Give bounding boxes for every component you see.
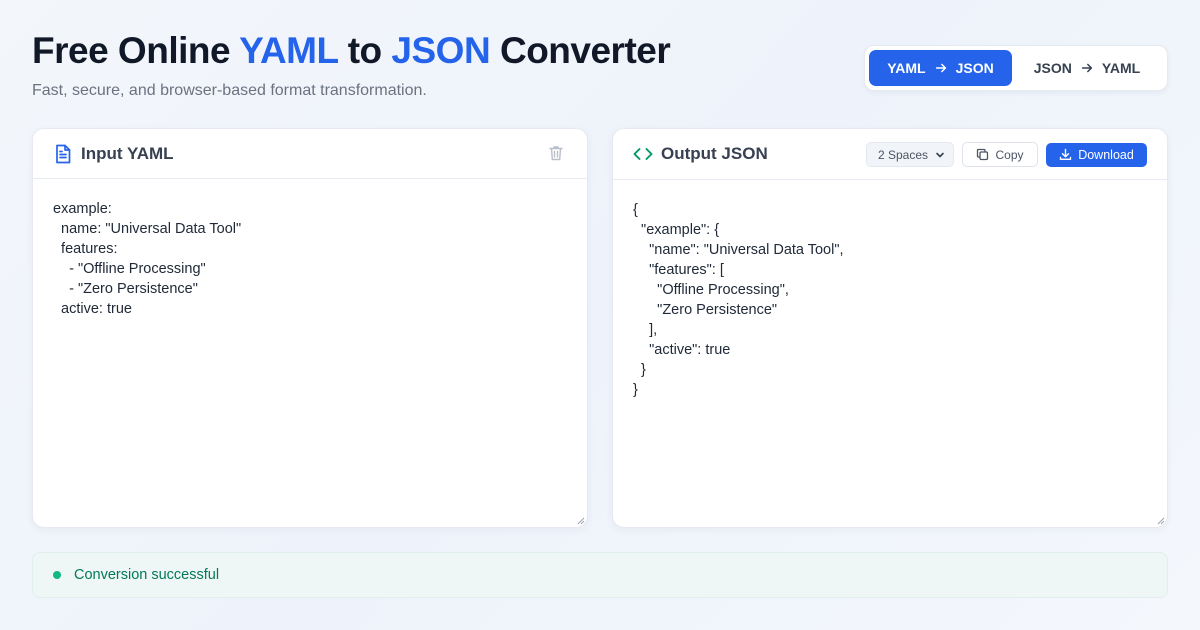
arrow-right-icon — [1081, 63, 1093, 73]
input-panel-title: Input YAML — [81, 143, 174, 163]
download-button-label: Download — [1078, 147, 1134, 162]
mode-from-label: YAML — [887, 60, 926, 76]
download-button[interactable]: Download — [1046, 142, 1147, 167]
output-panel: Output JSON 2 Spaces Copy Download { "ex… — [612, 128, 1168, 528]
title-accent-json: JSON — [391, 30, 491, 71]
file-text-icon — [53, 144, 73, 164]
input-panel-header: Input YAML — [33, 129, 587, 179]
json-output-editor[interactable]: { "example": { "name": "Universal Data T… — [613, 180, 1167, 420]
page-title: Free Online YAML to JSON Converter — [32, 30, 671, 72]
title-middle: to — [337, 30, 392, 71]
status-bar: Conversion successful — [32, 552, 1168, 598]
yaml-to-json-button[interactable]: YAML JSON — [869, 50, 1012, 86]
mode-to-label: JSON — [955, 60, 994, 76]
mode-to-label: YAML — [1101, 60, 1141, 76]
input-panel: Input YAML example: name: "Universal Dat… — [32, 128, 588, 528]
copy-button[interactable]: Copy — [962, 142, 1038, 167]
copy-icon — [977, 148, 989, 161]
resize-handle-icon[interactable] — [577, 517, 585, 525]
copy-button-label: Copy — [995, 147, 1024, 162]
output-panel-header: Output JSON 2 Spaces Copy Download — [613, 129, 1167, 180]
title-accent-yaml: YAML — [239, 30, 338, 71]
yaml-input-editor[interactable]: example: name: "Universal Data Tool" fea… — [33, 179, 587, 339]
resize-handle-icon[interactable] — [1157, 517, 1165, 525]
status-text: Conversion successful — [74, 567, 220, 583]
chevron-down-icon — [936, 152, 944, 157]
indent-select[interactable]: 2 Spaces — [866, 142, 954, 167]
code-icon — [633, 144, 653, 164]
title-suffix: Converter — [490, 30, 671, 71]
mode-from-label: JSON — [1033, 60, 1072, 76]
indent-select-value: 2 Spaces — [878, 147, 929, 162]
title-prefix: Free Online — [32, 30, 240, 71]
json-to-yaml-button[interactable]: JSON YAML — [1012, 50, 1162, 86]
page-subtitle: Fast, secure, and browser-based format t… — [32, 82, 427, 99]
arrow-right-icon — [935, 63, 946, 73]
output-controls: 2 Spaces Copy Download — [866, 142, 1147, 167]
download-icon — [1060, 148, 1072, 160]
status-dot-icon — [53, 571, 61, 579]
mode-toggle: YAML JSON JSON YAML — [864, 45, 1168, 91]
trash-icon[interactable] — [547, 144, 565, 162]
output-panel-title: Output JSON — [661, 144, 768, 163]
